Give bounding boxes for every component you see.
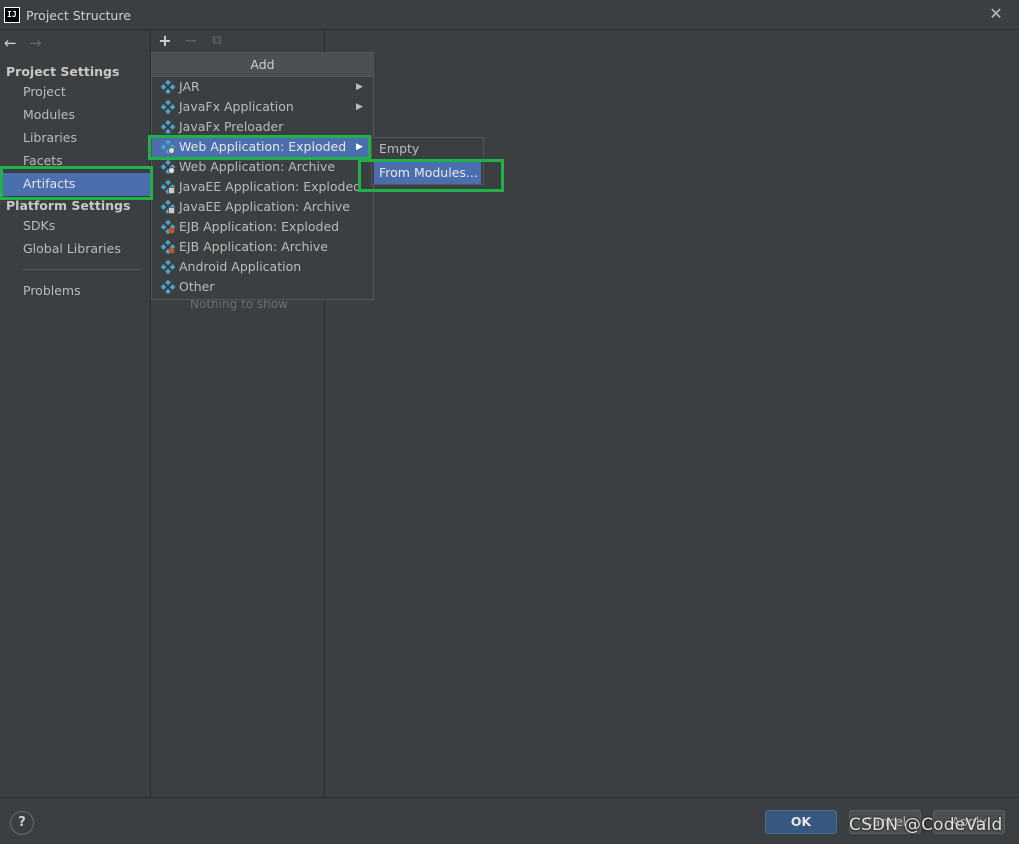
submenu-arrow-icon: ▶ xyxy=(356,102,363,112)
artifact-icon xyxy=(161,260,175,274)
menu-item-label: JAR xyxy=(179,79,200,94)
menu-item-ejb-application-archive[interactable]: EJB Application: Archive xyxy=(152,237,373,257)
submenu-item-from-modules[interactable]: From Modules... xyxy=(374,162,481,184)
submenu-arrow-icon: ▶ xyxy=(356,82,363,92)
javaee-artifact-icon xyxy=(161,200,175,214)
sidebar: ← → Project Settings Project Modules Lib… xyxy=(0,30,151,797)
close-icon[interactable]: ✕ xyxy=(987,5,1005,23)
artifact-icon xyxy=(161,80,175,94)
menu-item-label: Web Application: Exploded xyxy=(179,139,347,154)
sidebar-item-artifacts[interactable]: Artifacts xyxy=(0,173,151,196)
sidebar-item-modules[interactable]: Modules xyxy=(0,104,151,127)
sidebar-item-libraries[interactable]: Libraries xyxy=(0,127,151,150)
sidebar-item-facets[interactable]: Facets xyxy=(0,150,151,173)
menu-item-label: JavaFx Preloader xyxy=(179,119,284,134)
menu-item-label: EJB Application: Archive xyxy=(179,239,328,254)
add-artifact-menu: Add JAR ▶ JavaFx Application ▶ JavaFx Pr… xyxy=(151,52,374,300)
copy-icon[interactable]: ⧉ xyxy=(208,32,226,50)
web-artifact-icon xyxy=(161,160,175,174)
menu-item-javafx-application[interactable]: JavaFx Application ▶ xyxy=(152,97,373,117)
artifact-icon xyxy=(161,280,175,294)
platform-settings-header: Platform Settings xyxy=(6,198,131,213)
menu-item-web-application-archive[interactable]: Web Application: Archive xyxy=(152,157,373,177)
menu-item-ejb-application-exploded[interactable]: EJB Application: Exploded xyxy=(152,217,373,237)
artifact-icon xyxy=(161,100,175,114)
menu-item-web-application-exploded[interactable]: Web Application: Exploded ▶ xyxy=(152,137,373,157)
menu-item-label: Other xyxy=(179,279,215,294)
help-button[interactable]: ? xyxy=(10,811,34,835)
menu-item-label: Web Application: Archive xyxy=(179,159,336,174)
add-menu-title: Add xyxy=(152,53,373,77)
web-artifact-icon xyxy=(161,140,175,154)
window-title: Project Structure xyxy=(26,8,131,23)
forward-arrow-icon[interactable]: → xyxy=(29,34,42,52)
menu-item-label: EJB Application: Exploded xyxy=(179,219,340,234)
remove-icon[interactable]: − xyxy=(182,32,200,50)
menu-item-label: Android Application xyxy=(179,259,302,274)
menu-item-jar[interactable]: JAR ▶ xyxy=(152,77,373,97)
menu-item-label: JavaEE Application: Archive xyxy=(179,199,350,214)
web-exploded-submenu: Empty From Modules... xyxy=(371,137,484,185)
sidebar-item-problems[interactable]: Problems xyxy=(0,280,151,303)
submenu-item-empty[interactable]: Empty xyxy=(372,138,483,160)
sidebar-item-sdks[interactable]: SDKs xyxy=(0,215,151,238)
menu-item-javafx-preloader[interactable]: JavaFx Preloader xyxy=(152,117,373,137)
menu-item-label: JavaEE Application: Exploded xyxy=(179,179,362,194)
back-arrow-icon[interactable]: ← xyxy=(4,34,17,52)
menu-item-label: JavaFx Application xyxy=(179,99,294,114)
ok-button[interactable]: OK xyxy=(765,810,837,834)
artifact-icon xyxy=(161,120,175,134)
csdn-watermark: CSDN @CodeVald xyxy=(849,815,1003,835)
menu-item-javaee-application-archive[interactable]: JavaEE Application: Archive xyxy=(152,197,373,217)
sidebar-item-global-libraries[interactable]: Global Libraries xyxy=(0,238,151,261)
add-icon[interactable]: + xyxy=(156,32,174,50)
dialog-button-bar: ? OK Cancel Apply CSDN @CodeVald xyxy=(0,797,1019,844)
menu-item-javaee-application-exploded[interactable]: JavaEE Application: Exploded xyxy=(152,177,373,197)
menu-item-other[interactable]: Other xyxy=(152,277,373,297)
sidebar-item-project[interactable]: Project xyxy=(0,81,151,104)
ejb-artifact-icon xyxy=(161,220,175,234)
menu-item-android-application[interactable]: Android Application xyxy=(152,257,373,277)
ejb-artifact-icon xyxy=(161,240,175,254)
javaee-artifact-icon xyxy=(161,180,175,194)
intellij-app-icon: IJ xyxy=(4,7,20,23)
title-bar: IJ Project Structure ✕ xyxy=(0,0,1019,30)
submenu-arrow-icon: ▶ xyxy=(356,142,363,152)
project-settings-header: Project Settings xyxy=(6,64,120,79)
sidebar-divider xyxy=(23,269,141,270)
